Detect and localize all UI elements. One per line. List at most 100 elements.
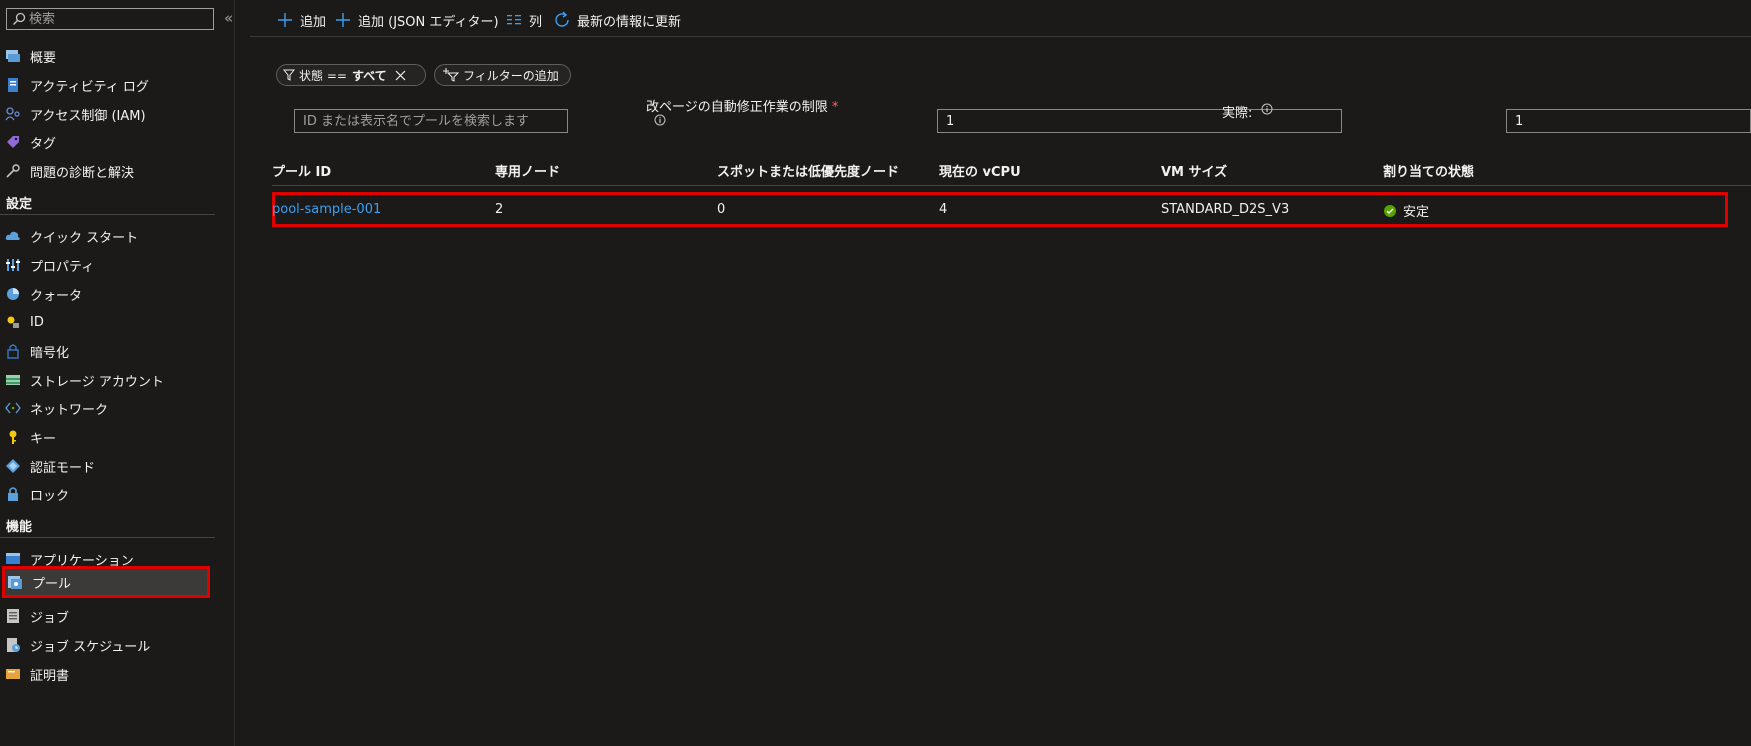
application-icon — [5, 551, 21, 567]
sidebar-item-pools[interactable]: プール — [2, 566, 210, 598]
state-filter-label: 状態 == — [299, 68, 347, 83]
sidebar-item-job-schedules[interactable]: ジョブ スケジュール — [0, 631, 232, 659]
current-vcpu-cell: 4 — [939, 202, 948, 217]
info-icon[interactable] — [654, 114, 666, 126]
sidebar-item-certificates[interactable]: 証明書 — [0, 660, 232, 688]
sidebar-item-network[interactable]: ネットワーク — [0, 394, 232, 422]
section-divider — [0, 537, 215, 538]
section-heading-features: 機能 — [6, 520, 33, 535]
search-icon — [13, 12, 26, 25]
sidebar-item-label: プール — [32, 576, 72, 592]
column-header-current-vcpu[interactable]: 現在の vCPU — [939, 161, 1021, 180]
sidebar-item-label: ロック — [30, 488, 70, 504]
sidebar-item-label: アクティビティ ログ — [30, 79, 149, 95]
column-header-allocation-state[interactable]: 割り当ての状態 — [1383, 161, 1474, 180]
sidebar: « 概要 アクティビティ ログ アクセス制御 (IAM) タグ 問題の診断と解決… — [0, 0, 235, 746]
section-heading-settings: 設定 — [6, 197, 33, 212]
add-button-label: 追加 — [300, 14, 327, 30]
state-filter-pill[interactable]: 状態 == すべて — [276, 64, 426, 86]
pool-search-input[interactable] — [294, 109, 568, 133]
sidebar-item-overview[interactable]: 概要 — [0, 42, 232, 70]
add-filter-icon — [443, 68, 459, 82]
plus-icon — [276, 11, 294, 29]
auto-repair-limit-input[interactable] — [937, 109, 1342, 133]
sidebar-item-label: アクセス制御 (IAM) — [30, 108, 146, 124]
cloud-icon — [5, 228, 21, 244]
allocation-state-cell: 安定 — [1383, 201, 1429, 220]
close-icon[interactable] — [395, 70, 406, 81]
sidebar-item-label: ネットワーク — [30, 402, 109, 418]
column-header-spot-nodes[interactable]: スポットまたは低優先度ノード — [717, 161, 899, 180]
quota-icon — [5, 286, 21, 302]
info-icon[interactable] — [1261, 103, 1273, 115]
sidebar-item-label: プロパティ — [30, 259, 95, 275]
table-row[interactable]: pool-sample-001 2 0 4 STANDARD_D2S_V3 安定 — [272, 192, 1728, 227]
sidebar-search-box[interactable] — [6, 8, 214, 30]
column-header-vm-size[interactable]: VM サイズ — [1161, 161, 1227, 180]
sidebar-item-label: 認証モード — [30, 460, 96, 476]
refresh-button-label: 最新の情報に更新 — [577, 14, 682, 30]
sidebar-item-quota[interactable]: クォータ — [0, 280, 232, 308]
refresh-icon — [553, 11, 571, 29]
sidebar-item-label: 問題の診断と解決 — [30, 165, 135, 181]
filter-icon — [283, 69, 295, 81]
state-filter-value: すべて — [351, 68, 387, 83]
sidebar-search-input[interactable] — [29, 11, 209, 27]
sidebar-item-encryption[interactable]: 暗号化 — [0, 337, 232, 365]
add-button[interactable]: 追加 — [276, 10, 326, 30]
auto-repair-limit-text: 改ページの自動修正作業の制限 — [646, 100, 828, 115]
table-header-divider — [272, 185, 1751, 186]
sidebar-item-label: 証明書 — [30, 668, 70, 684]
sidebar-item-label: ストレージ アカウント — [30, 374, 164, 390]
column-header-dedicated-nodes[interactable]: 専用ノード — [495, 161, 560, 180]
sidebar-item-storage[interactable]: ストレージ アカウント — [0, 366, 232, 394]
sidebar-item-label: クイック スタート — [30, 230, 139, 246]
plus-icon — [334, 11, 352, 29]
auto-repair-limit-label: 改ページの自動修正作業の制限 * — [646, 96, 838, 115]
check-circle-icon — [1384, 204, 1396, 217]
vm-size-cell: STANDARD_D2S_V3 — [1161, 202, 1290, 217]
pool-id-link[interactable]: pool-sample-001 — [272, 202, 381, 217]
refresh-button[interactable]: 最新の情報に更新 — [553, 10, 681, 30]
command-bar: 追加 追加 (JSON エディター) 列 最新の情報に更新 — [250, 0, 1751, 37]
sidebar-item-iam[interactable]: アクセス制御 (IAM) — [0, 100, 232, 128]
job-icon — [5, 608, 21, 624]
sidebar-item-auth-mode[interactable]: 認証モード — [0, 452, 232, 480]
sidebar-item-identity[interactable]: ID — [0, 308, 232, 336]
activity-log-icon — [5, 77, 21, 93]
sidebar-item-label: 概要 — [30, 50, 57, 66]
columns-button[interactable]: 列 — [505, 10, 542, 30]
network-icon — [5, 400, 21, 416]
sidebar-item-keys[interactable]: キー — [0, 423, 232, 451]
sidebar-item-diagnose[interactable]: 問題の診断と解決 — [0, 157, 232, 185]
main-content: 追加 追加 (JSON エディター) 列 最新の情報に更新 状態 == すべて … — [250, 0, 1751, 746]
sidebar-item-activity-log[interactable]: アクティビティ ログ — [0, 71, 232, 99]
sidebar-item-tags[interactable]: タグ — [0, 128, 232, 156]
section-divider — [0, 214, 215, 215]
sidebar-item-label: ジョブ スケジュール — [30, 639, 151, 655]
sidebar-item-properties[interactable]: プロパティ — [0, 251, 232, 279]
column-header-pool-id[interactable]: プール ID — [272, 161, 331, 180]
overview-icon — [5, 48, 21, 64]
pool-icon — [7, 574, 23, 590]
columns-icon — [505, 11, 523, 29]
collapse-sidebar-icon[interactable]: « — [224, 9, 233, 27]
actual-input[interactable] — [1506, 109, 1751, 133]
sidebar-item-label: キー — [30, 431, 57, 447]
lock-icon — [5, 486, 21, 502]
sidebar-item-label: タグ — [30, 136, 57, 152]
sidebar-item-lock[interactable]: ロック — [0, 480, 232, 508]
identity-icon — [5, 314, 21, 330]
properties-icon — [5, 257, 21, 273]
auth-mode-icon — [5, 458, 21, 474]
add-json-editor-button[interactable]: 追加 (JSON エディター) — [334, 10, 499, 30]
wrench-icon — [5, 163, 21, 179]
required-mark: * — [831, 100, 839, 115]
actual-label: 実際: — [1222, 106, 1253, 121]
iam-icon — [5, 106, 21, 122]
sidebar-item-quickstart[interactable]: クイック スタート — [0, 222, 232, 250]
add-filter-button[interactable]: フィルターの追加 — [434, 64, 571, 86]
sidebar-item-jobs[interactable]: ジョブ — [0, 602, 232, 630]
sidebar-item-label: 暗号化 — [30, 345, 70, 361]
spot-nodes-cell: 0 — [717, 202, 726, 217]
